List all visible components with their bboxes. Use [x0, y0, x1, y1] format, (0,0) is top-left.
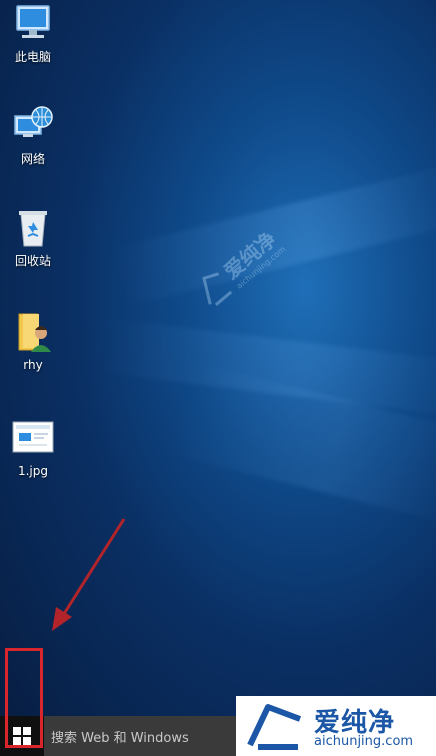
desktop-icon-image-file[interactable]: 1.jpg	[6, 416, 60, 478]
desktop-icon-label: 网络	[20, 152, 45, 166]
search-placeholder: 搜索 Web 和 Windows	[51, 730, 189, 746]
annotation-arrow	[52, 518, 126, 631]
computer-icon	[11, 2, 55, 46]
image-file-icon	[11, 416, 55, 460]
user-folder-icon	[11, 310, 55, 354]
desktop-icon-recycle-bin[interactable]: 回收站	[6, 206, 60, 268]
desktop-icon-network[interactable]: 网络	[6, 104, 60, 166]
brand-logo-icon	[244, 701, 306, 751]
recycle-bin-icon	[11, 206, 55, 250]
brand-logo-overlay: 爱纯净 aichunjing.com	[236, 696, 436, 756]
desktop-icon-label: rhy	[23, 358, 43, 372]
wallpaper-light-beam	[93, 317, 436, 418]
desktop-icon-user-folder[interactable]: rhy	[6, 310, 60, 372]
desktop-icon-label: 回收站	[14, 254, 51, 268]
network-icon	[11, 104, 55, 148]
desktop-icon-label: 此电脑	[14, 50, 51, 64]
watermark: 爱纯净 aichunjing.com	[177, 204, 322, 347]
desktop-icon-this-pc[interactable]: 此电脑	[6, 2, 60, 64]
brand-url: aichunjing.com	[314, 734, 414, 749]
desktop-icon-label: 1.jpg	[17, 464, 49, 478]
wallpaper-light-beam	[162, 360, 436, 525]
annotation-highlight-box	[5, 648, 43, 748]
taskbar-search-box[interactable]: 搜索 Web 和 Windows	[44, 716, 240, 756]
